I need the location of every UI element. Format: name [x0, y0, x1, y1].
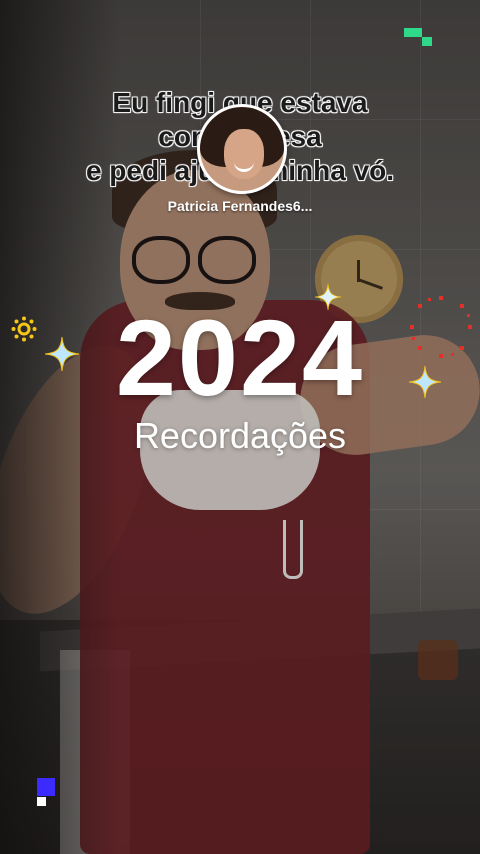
sparkle-icon [315, 284, 341, 310]
sun-burst-icon [11, 316, 37, 342]
green-pixel-icon [404, 28, 436, 48]
sparkle-icon [409, 366, 441, 398]
profile-name[interactable]: Patricia Fernandes6... [0, 198, 480, 214]
video-frame[interactable]: Eu fingi que estava com a presa e pedi a… [0, 0, 480, 854]
recap-subtitle: Recordações [133, 415, 347, 456]
firework-ring-icon [410, 296, 472, 358]
blue-pixel-icon [37, 778, 57, 808]
sparkle-icon [45, 337, 79, 371]
profile-avatar[interactable] [197, 104, 287, 194]
